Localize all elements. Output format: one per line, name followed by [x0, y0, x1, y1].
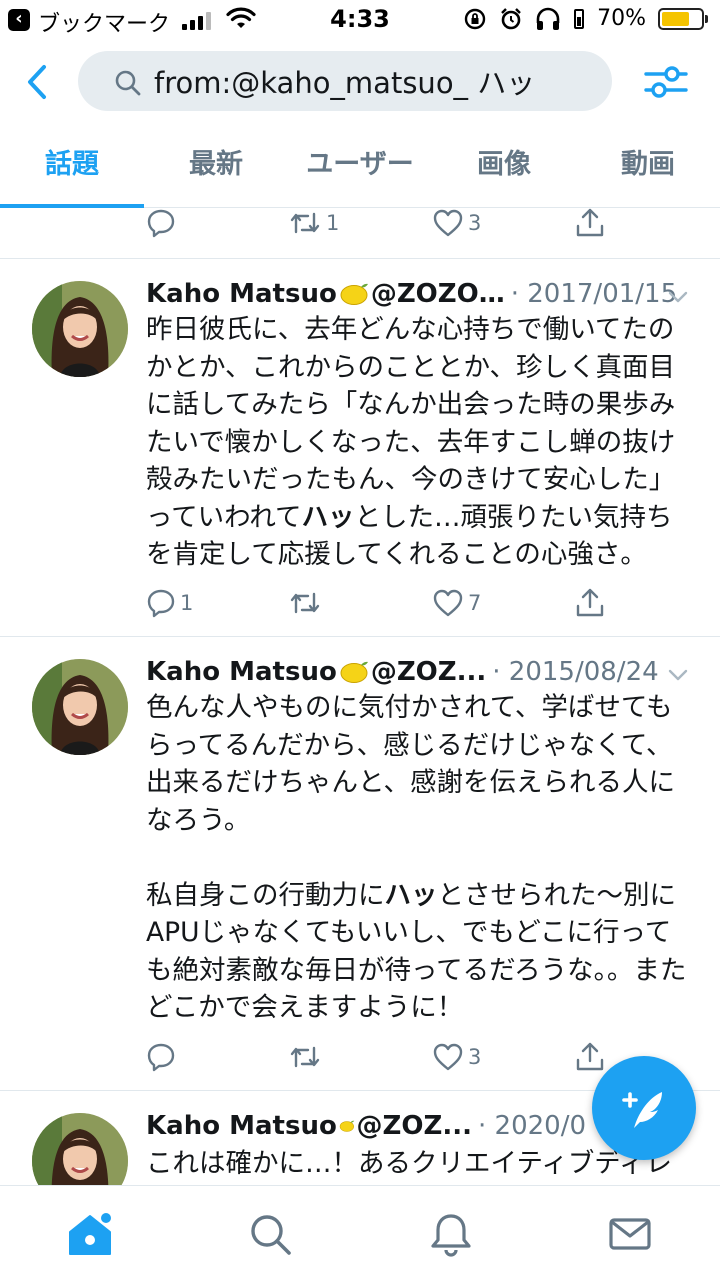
- tweet-feed: 1 3 Kaho Matsuo @ZOZO… · 2017/01/15 昨日彼氏…: [0, 208, 720, 1185]
- status-indicators: 70%: [463, 6, 708, 31]
- reply-icon: [147, 209, 175, 238]
- reply-button[interactable]: [146, 1042, 180, 1072]
- retweet-count: 1: [326, 211, 340, 235]
- search-query[interactable]: from:@kaho_matsuo_ ハッ: [154, 60, 594, 102]
- battery-percent: 70%: [597, 6, 646, 31]
- chevron-left-icon[interactable]: [22, 62, 54, 102]
- user-handle[interactable]: @ZOZ...: [357, 1111, 472, 1141]
- retweet-button[interactable]: 1: [288, 208, 339, 238]
- like-button[interactable]: 3: [432, 208, 481, 238]
- tweet-date[interactable]: · 2017/01/15: [511, 279, 677, 309]
- like-count: 3: [468, 1045, 482, 1069]
- like-count: 7: [468, 591, 482, 615]
- search-tabs: 話題 最新 ユーザー 画像 動画: [0, 124, 720, 208]
- lemon-emoji-icon: [340, 283, 368, 305]
- share-icon: [576, 1042, 604, 1071]
- retweet-button[interactable]: [288, 1042, 326, 1072]
- bottom-navigation: [0, 1185, 720, 1280]
- avatar[interactable]: [32, 1113, 128, 1185]
- tweet-actions: 1 7: [146, 583, 646, 623]
- compose-tweet-button[interactable]: [592, 1056, 696, 1160]
- avatar-photo: [32, 659, 128, 755]
- avatar-photo: [32, 1113, 128, 1185]
- reply-icon: [147, 589, 175, 618]
- battery-level-fill: [662, 11, 689, 26]
- filter-sliders-icon[interactable]: [642, 58, 690, 106]
- tab-people[interactable]: ユーザー: [288, 124, 432, 207]
- tab-videos[interactable]: 動画: [576, 124, 720, 207]
- battery-charging-lock-icon: [574, 8, 585, 29]
- tweet-header: Kaho Matsuo @ZOZO… · 2017/01/15: [146, 274, 702, 314]
- share-icon: [576, 208, 604, 237]
- tab-top[interactable]: 話題: [0, 124, 144, 208]
- tweet-text: 昨日彼氏に、去年どんな心持ちで働いてたのかとか、これからのこととか、珍しく真面目…: [146, 314, 676, 570]
- like-button[interactable]: 3: [432, 1042, 481, 1072]
- tweet-actions: 3: [146, 1037, 646, 1077]
- search-highlight: ハッ: [301, 501, 355, 533]
- share-icon: [576, 588, 604, 617]
- tweet-date[interactable]: · 2020/0: [478, 1111, 586, 1141]
- lemon-emoji-icon: [339, 1120, 355, 1132]
- retweet-button[interactable]: [288, 588, 326, 618]
- previous-tweet-actions: 1 3: [146, 208, 646, 243]
- like-count: 3: [468, 211, 482, 235]
- heart-icon: [433, 589, 463, 617]
- tweet-header: Kaho Matsuo @ZOZ... · 2020/0: [146, 1106, 586, 1146]
- mail-icon[interactable]: [606, 1210, 654, 1258]
- display-name[interactable]: Kaho Matsuo: [146, 279, 337, 309]
- tweet-text: これは確かに…！あるクリエイティブディレ: [146, 1148, 673, 1179]
- alarm-icon: [501, 7, 521, 29]
- reply-button[interactable]: 1: [146, 588, 193, 618]
- avatar-photo: [32, 281, 128, 377]
- chevron-down-icon[interactable]: [666, 663, 690, 687]
- tweet-header: Kaho Matsuo @ZOZ... · 2015/08/24: [146, 652, 702, 692]
- tweet-text: 色んな人やものに気付かされて、学ばせてもらってるんだから、感じるだけじゃなくて、…: [146, 692, 687, 1023]
- search-highlight: ハッ: [384, 879, 438, 911]
- tab-photos[interactable]: 画像: [432, 124, 576, 207]
- share-button[interactable]: [574, 1041, 606, 1073]
- home-icon[interactable]: [66, 1210, 114, 1258]
- share-button[interactable]: [574, 587, 606, 619]
- status-bar: ‹ ブックマーク 4:33 70%: [0, 0, 720, 40]
- user-handle[interactable]: @ZOZO…: [371, 279, 505, 309]
- explore-search-icon[interactable]: [246, 1210, 294, 1258]
- search-input[interactable]: from:@kaho_matsuo_ ハッ: [78, 51, 612, 111]
- tweet[interactable]: Kaho Matsuo @ZOZ... · 2015/08/24 色んな人やもの…: [0, 636, 720, 1090]
- headphones-icon: [536, 7, 560, 30]
- retweet-icon: [290, 212, 320, 234]
- user-handle[interactable]: @ZOZ...: [371, 657, 486, 687]
- retweet-icon: [290, 592, 320, 614]
- display-name[interactable]: Kaho Matsuo: [146, 657, 337, 687]
- reply-count: 1: [180, 591, 194, 615]
- share-button[interactable]: [574, 208, 606, 239]
- retweet-icon: [290, 1046, 320, 1068]
- reply-button[interactable]: [146, 208, 180, 238]
- tab-latest[interactable]: 最新: [144, 124, 288, 207]
- bell-icon[interactable]: [427, 1210, 475, 1258]
- like-button[interactable]: 7: [432, 588, 481, 618]
- search-header: from:@kaho_matsuo_ ハッ: [0, 40, 720, 124]
- heart-icon: [433, 209, 463, 237]
- avatar[interactable]: [32, 281, 128, 377]
- battery-icon: [658, 7, 708, 30]
- heart-icon: [433, 1043, 463, 1071]
- reply-icon: [147, 1043, 175, 1072]
- search-icon: [115, 70, 141, 96]
- rotation-lock-icon: [464, 8, 486, 29]
- tweet[interactable]: Kaho Matsuo @ZOZO… · 2017/01/15 昨日彼氏に、去年…: [0, 258, 720, 636]
- display-name[interactable]: Kaho Matsuo: [146, 1111, 337, 1141]
- lemon-emoji-icon: [340, 661, 368, 683]
- chevron-down-icon[interactable]: [666, 285, 690, 309]
- compose-feather-icon: [622, 1092, 662, 1128]
- avatar[interactable]: [32, 659, 128, 755]
- tweet-date[interactable]: · 2015/08/24: [492, 657, 658, 687]
